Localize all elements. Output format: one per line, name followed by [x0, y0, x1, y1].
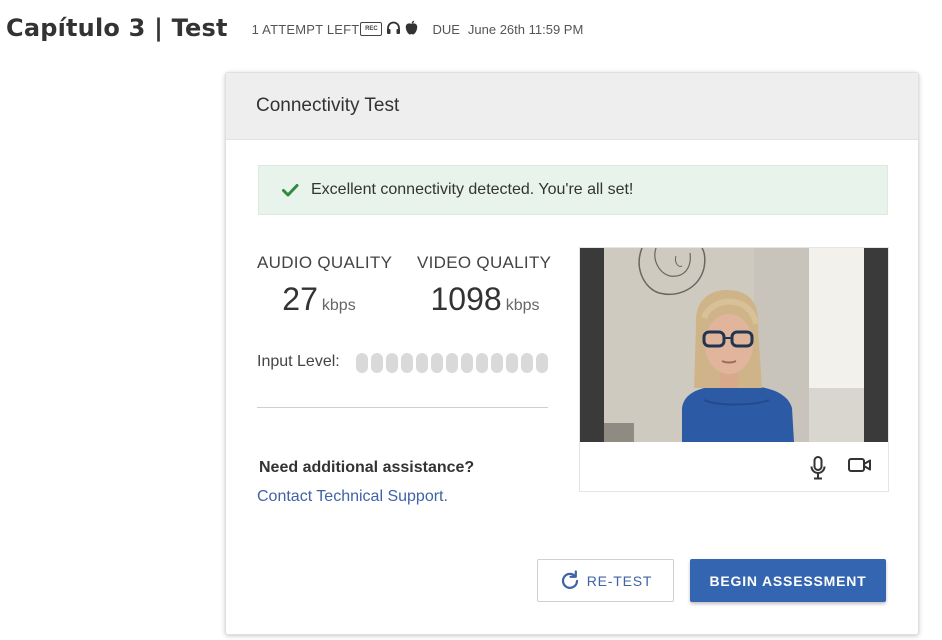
check-icon [282, 184, 299, 197]
retest-label: RE-TEST [586, 572, 653, 589]
card-title: Connectivity Test [256, 95, 400, 116]
input-level-bar [521, 353, 533, 373]
begin-assessment-label: BEGIN ASSESSMENT [709, 572, 867, 589]
input-level-bar [416, 353, 428, 373]
attempts-left: 1 ATTEMPT LEFT [251, 21, 360, 37]
audio-quality-label: AUDIO QUALITY [257, 253, 393, 272]
rec-icon: REC [360, 22, 383, 36]
audio-quality-value: 27 kbps [244, 281, 394, 318]
alert-message: Excellent connectivity detected. You're … [311, 181, 634, 198]
page-title: Capítulo 3 | Test [6, 14, 228, 42]
connectivity-test-card: Connectivity Test Excellent connectivity… [225, 72, 919, 635]
microphone-icon[interactable] [810, 456, 826, 480]
input-level-bar [461, 353, 473, 373]
input-level-bar [386, 353, 398, 373]
due-date: June 26th 11:59 PM [467, 21, 584, 37]
success-alert: Excellent connectivity detected. You're … [258, 165, 888, 215]
video-quality-number: 1098 [430, 281, 502, 317]
input-level-bar [401, 353, 413, 373]
webcam-preview [579, 247, 889, 492]
input-level-bar [356, 353, 368, 373]
assistance-heading: Need additional assistance? [259, 459, 475, 476]
input-level-bar [506, 353, 518, 373]
page-header: Capítulo 3 | Test 1 ATTEMPT LEFT REC DUE… [6, 12, 583, 44]
input-level-bar [536, 353, 548, 373]
divider [257, 407, 548, 408]
input-level-bar [431, 353, 443, 373]
input-level-bar [476, 353, 488, 373]
audio-quality-unit: kbps [321, 297, 356, 314]
input-level-bar [371, 353, 383, 373]
video-frame [580, 248, 888, 442]
due-label: DUE [432, 21, 460, 37]
input-level-bar [491, 353, 503, 373]
begin-assessment-button[interactable]: BEGIN ASSESSMENT [690, 559, 886, 602]
contact-support-link[interactable]: Contact Technical Support. [257, 488, 448, 506]
assessment-meta: 1 ATTEMPT LEFT REC DUE June 26th 11:59 P… [251, 20, 584, 38]
video-quality-value: 1098 kbps [410, 281, 560, 318]
video-controls [580, 442, 888, 491]
apple-icon [405, 20, 418, 38]
input-level-bar [446, 353, 458, 373]
headphones-icon [386, 21, 401, 38]
video-quality-label: VIDEO QUALITY [417, 253, 552, 272]
retest-button[interactable]: RE-TEST [537, 559, 674, 602]
refresh-icon [561, 569, 578, 589]
video-quality-unit: kbps [505, 297, 540, 314]
camera-icon[interactable] [848, 457, 872, 473]
webcam-video-feed [604, 248, 864, 442]
card-header: Connectivity Test [226, 73, 918, 140]
input-level-meter [356, 353, 548, 373]
audio-quality-number: 27 [282, 281, 318, 317]
input-level-label: Input Level: [257, 353, 340, 370]
